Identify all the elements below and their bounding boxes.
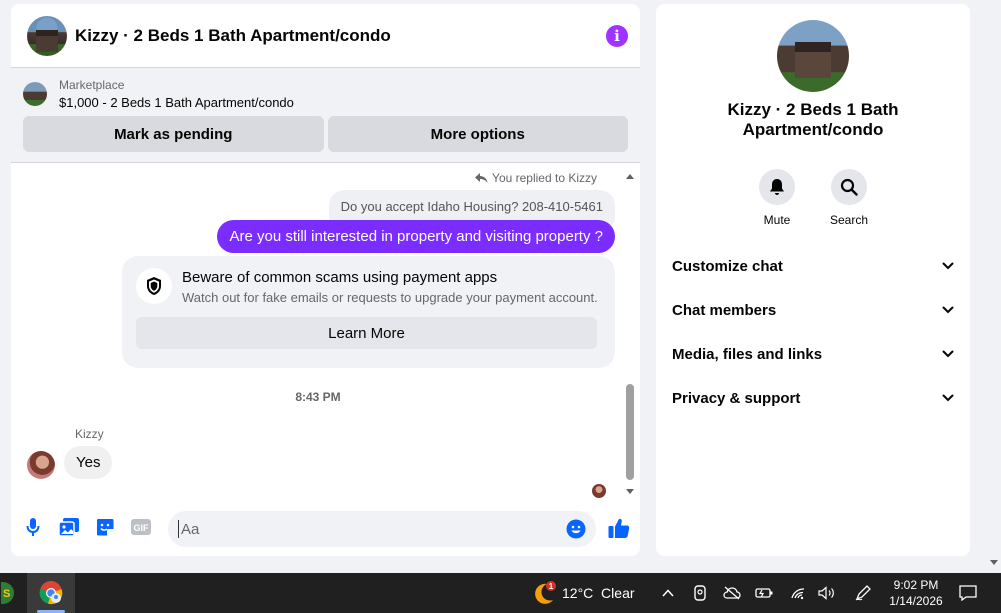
- listing-thumbnail[interactable]: [23, 82, 47, 106]
- photo-gallery-icon[interactable]: [59, 517, 79, 537]
- message-input[interactable]: [178, 520, 566, 538]
- section-label: Privacy & support: [672, 389, 801, 407]
- chevron-up-icon[interactable]: [658, 573, 678, 613]
- sender-avatar[interactable]: [27, 451, 55, 479]
- meet-now-icon[interactable]: [690, 573, 710, 613]
- chevron-down-icon: [942, 306, 954, 314]
- mark-as-pending-button[interactable]: Mark as pending: [23, 116, 324, 152]
- page-scroll-down-icon[interactable]: [990, 560, 998, 565]
- chrome-icon[interactable]: [27, 573, 75, 613]
- app-icon-partial[interactable]: S: [0, 573, 16, 613]
- privacy-support-section[interactable]: Privacy & support: [672, 386, 954, 410]
- message-input-wrapper: [168, 511, 596, 547]
- search-button[interactable]: Search: [829, 169, 869, 227]
- conversation-avatar[interactable]: [777, 20, 849, 92]
- battery-icon[interactable]: [753, 573, 775, 613]
- scam-warning-card: Beware of common scams using payment app…: [122, 256, 615, 368]
- scam-warning-subtitle: Watch out for fake emails or requests to…: [182, 290, 598, 305]
- learn-more-button[interactable]: Learn More: [136, 317, 597, 349]
- weather-icon[interactable]: 1: [528, 573, 560, 613]
- info-icon[interactable]: i: [606, 24, 628, 47]
- cloud-off-icon[interactable]: [721, 573, 743, 613]
- their-message-bubble[interactable]: Yes: [64, 446, 113, 479]
- section-label: Customize chat: [672, 257, 783, 275]
- replied-note-text: You replied to Kizzy: [492, 171, 597, 185]
- marketplace-banner: Marketplace $1,000 - 2 Beds 1 Bath Apart…: [11, 68, 640, 163]
- listing-avatar[interactable]: [27, 15, 67, 56]
- bell-icon[interactable]: [759, 169, 795, 205]
- media-files-links-section[interactable]: Media, files and links: [672, 342, 954, 366]
- message-list: You replied to Kizzy Do you accept Idaho…: [11, 168, 640, 498]
- conversation-actions: Mute Search: [656, 169, 970, 227]
- sender-name: Kizzy: [75, 427, 104, 441]
- read-receipt-avatar: [592, 484, 606, 498]
- scroll-thumb[interactable]: [626, 384, 634, 480]
- section-label: Media, files and links: [672, 345, 823, 363]
- weather-badge: 1: [549, 582, 554, 591]
- gif-icon[interactable]: GIF: [131, 517, 151, 537]
- clock-time: 9:02 PM: [893, 578, 939, 592]
- replied-note: You replied to Kizzy: [475, 171, 597, 185]
- mute-button[interactable]: Mute: [759, 169, 795, 227]
- composer: GIF: [11, 509, 640, 549]
- wifi-icon[interactable]: [787, 573, 809, 613]
- conversation-info-panel: Kizzy · 2 Beds 1 Bath Apartment/condo Mu…: [656, 4, 970, 556]
- sticker-icon[interactable]: [95, 517, 115, 537]
- chat-header: Kizzy · 2 Beds 1 Bath Apartment/condo i: [11, 4, 640, 68]
- shield-icon: [136, 268, 172, 304]
- conversation-title: Kizzy · 2 Beds 1 Bath Apartment/condo: [727, 100, 899, 139]
- scroll-down-arrow-icon[interactable]: [626, 489, 634, 494]
- emoji-icon[interactable]: [566, 519, 586, 539]
- pen-icon[interactable]: [852, 573, 874, 613]
- chat-title[interactable]: Kizzy · 2 Beds 1 Bath Apartment/condo: [75, 26, 606, 46]
- scroll-up-arrow-icon[interactable]: [626, 174, 634, 179]
- message-scrollbar[interactable]: [624, 170, 636, 496]
- clock-date: 1/14/2026: [889, 594, 943, 608]
- reply-icon: [475, 172, 488, 183]
- listing-price[interactable]: $1,000 - 2 Beds 1 Bath Apartment/condo: [59, 95, 294, 110]
- notification-icon[interactable]: [956, 573, 980, 613]
- my-message-bubble[interactable]: Are you still interested in property and…: [217, 220, 615, 253]
- like-icon[interactable]: [607, 516, 631, 540]
- weather-widget[interactable]: 12°C Clear: [562, 573, 642, 613]
- scam-warning-title: Beware of common scams using payment app…: [182, 269, 498, 286]
- svg-text:GIF: GIF: [134, 523, 150, 533]
- chat-panel: Kizzy · 2 Beds 1 Bath Apartment/condo i …: [11, 4, 640, 556]
- chat-members-section[interactable]: Chat members: [672, 298, 954, 322]
- message-timestamp: 8:43 PM: [295, 390, 341, 404]
- customize-chat-section[interactable]: Customize chat: [672, 254, 954, 278]
- section-label: Chat members: [672, 301, 777, 319]
- search-icon[interactable]: [831, 169, 867, 205]
- mute-label: Mute: [763, 213, 791, 227]
- volume-icon[interactable]: [816, 573, 838, 613]
- weather-text: 12°C Clear: [562, 585, 635, 601]
- chevron-down-icon: [942, 350, 954, 358]
- microphone-icon[interactable]: [23, 517, 43, 537]
- windows-taskbar: S 1 12°C Clear 9:02 PM 1/14/2026: [0, 573, 1001, 613]
- system-clock[interactable]: 9:02 PM 1/14/2026: [880, 577, 952, 609]
- chevron-down-icon: [942, 394, 954, 402]
- chevron-down-icon: [942, 262, 954, 270]
- more-options-button[interactable]: More options: [327, 116, 628, 152]
- search-label: Search: [829, 213, 869, 227]
- marketplace-label: Marketplace: [59, 78, 125, 92]
- svg-text:S: S: [3, 588, 10, 600]
